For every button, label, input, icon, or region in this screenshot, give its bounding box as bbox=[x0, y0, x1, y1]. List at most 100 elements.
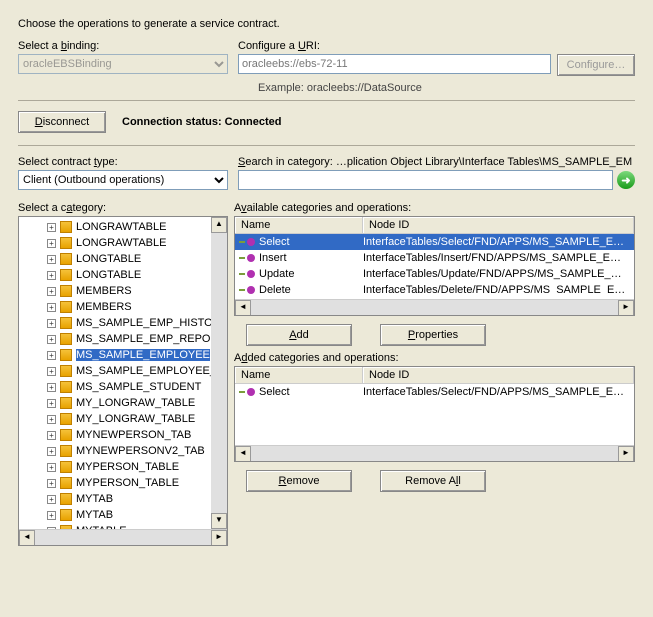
tree-item[interactable]: + MS_SAMPLE_EMP_REPORT bbox=[19, 331, 228, 347]
expand-icon[interactable]: + bbox=[47, 431, 56, 440]
tree-item-label: MEMBERS bbox=[76, 301, 132, 313]
operation-icon bbox=[247, 388, 255, 396]
tree-item[interactable]: +MEMBERS bbox=[19, 283, 228, 299]
tree-item-label: MYTAB bbox=[76, 509, 113, 521]
expand-icon[interactable]: + bbox=[47, 495, 56, 504]
available-label: Available categories and operations: bbox=[234, 202, 635, 214]
remove-button[interactable]: Remove bbox=[246, 470, 352, 492]
tree-item[interactable]: + MY_LONGRAW_TABLE bbox=[19, 395, 228, 411]
scroll-left-icon[interactable]: ◄ bbox=[19, 530, 35, 546]
expand-icon[interactable]: + bbox=[47, 255, 56, 264]
expand-icon[interactable]: + bbox=[47, 303, 56, 312]
tree-item[interactable]: +MS_SAMPLE_EMPLOYEE_REPO bbox=[19, 363, 228, 379]
scroll-left-icon[interactable]: ◄ bbox=[235, 446, 251, 462]
expand-icon[interactable]: + bbox=[47, 287, 56, 296]
operation-node-id: InterfaceTables/Delete/FND/APPS/MS_SAMPL… bbox=[363, 284, 634, 294]
tree-item-label: LONGTABLE bbox=[76, 253, 141, 265]
expand-icon[interactable]: + bbox=[47, 447, 56, 456]
table-icon bbox=[60, 445, 72, 457]
expand-icon[interactable]: + bbox=[47, 223, 56, 232]
tree-item-label: MS_SAMPLE_EMP_HISTORY bbox=[76, 317, 228, 329]
available-header: Name Node ID bbox=[235, 217, 634, 234]
search-input[interactable] bbox=[238, 170, 613, 190]
horizontal-scrollbar[interactable]: ◄ ► bbox=[235, 299, 634, 315]
expand-icon[interactable]: + bbox=[47, 351, 56, 360]
tree-item-label: MYPERSON_TABLE bbox=[76, 461, 179, 473]
connection-status: Connection status: Connected bbox=[122, 116, 282, 128]
operation-name: Select bbox=[259, 386, 290, 398]
tree-item[interactable]: + MEMBERS bbox=[19, 299, 228, 315]
tree-item[interactable]: + LONGRAWTABLE bbox=[19, 235, 228, 251]
tree-item[interactable]: + MS_SAMPLE_EMP_HISTORY bbox=[19, 315, 228, 331]
category-tree[interactable]: +LONGRAWTABLE+LONGRAWTABLE+LONGTABLE+LON… bbox=[18, 216, 228, 546]
expand-icon[interactable]: + bbox=[47, 319, 56, 328]
expand-icon[interactable]: + bbox=[47, 463, 56, 472]
tree-item[interactable]: +MYNEWPERSONV2_TAB bbox=[19, 443, 228, 459]
tree-item[interactable]: + MS_SAMPLE_STUDENT bbox=[19, 379, 228, 395]
table-icon bbox=[60, 509, 72, 521]
horizontal-scrollbar[interactable]: ◄ ► bbox=[235, 445, 634, 461]
vertical-scrollbar[interactable]: ▲ ▼ bbox=[211, 217, 227, 529]
operation-name: Select bbox=[259, 236, 290, 248]
list-item[interactable]: SelectInterfaceTables/Select/FND/APPS/MS… bbox=[235, 384, 634, 400]
tree-item[interactable]: +LONGRAWTABLE bbox=[19, 219, 228, 235]
available-list[interactable]: Name Node ID SelectInterfaceTables/Selec… bbox=[234, 216, 635, 316]
expand-icon[interactable]: + bbox=[47, 383, 56, 392]
list-item[interactable]: UpdateInterfaceTables/Update/FND/APPS/MS… bbox=[235, 266, 634, 282]
expand-icon[interactable]: + bbox=[47, 335, 56, 344]
page-heading: Choose the operations to generate a serv… bbox=[18, 18, 635, 30]
tree-item-label: MYNEWPERSON_TAB bbox=[76, 429, 191, 441]
scroll-right-icon[interactable]: ► bbox=[618, 300, 634, 316]
tree-item[interactable]: + MYPERSON_TABLE bbox=[19, 459, 228, 475]
tree-item[interactable]: + LONGTABLE bbox=[19, 251, 228, 267]
added-list[interactable]: Name Node ID SelectInterfaceTables/Selec… bbox=[234, 366, 635, 462]
search-go-icon[interactable]: ➜ bbox=[617, 171, 635, 189]
table-icon bbox=[60, 237, 72, 249]
list-item[interactable]: InsertInterfaceTables/Insert/FND/APPS/MS… bbox=[235, 250, 634, 266]
scroll-right-icon[interactable]: ► bbox=[618, 446, 634, 462]
expand-icon[interactable]: + bbox=[47, 239, 56, 248]
disconnect-button[interactable]: Disconnect bbox=[18, 111, 106, 133]
list-item[interactable]: SelectInterfaceTables/Select/FND/APPS/MS… bbox=[235, 234, 634, 250]
expand-icon[interactable]: + bbox=[47, 511, 56, 520]
added-label: Added categories and operations: bbox=[234, 352, 635, 364]
scroll-left-icon[interactable]: ◄ bbox=[235, 300, 251, 316]
list-item[interactable]: Delete InterfaceTables/Delete/FND/APPS/MS… bbox=[235, 282, 634, 294]
scroll-right-icon[interactable]: ► bbox=[211, 530, 227, 546]
divider bbox=[18, 100, 635, 101]
table-icon bbox=[60, 221, 72, 233]
category-label: Select a category: bbox=[18, 202, 228, 214]
horizontal-scrollbar[interactable]: ◄ ► bbox=[19, 529, 227, 545]
tree-item[interactable]: + MYTAB bbox=[19, 507, 228, 523]
tree-item[interactable]: +LONGTABLE bbox=[19, 267, 228, 283]
tree-item-label: MY_LONGRAW_TABLE bbox=[76, 397, 195, 409]
expand-icon[interactable]: + bbox=[47, 367, 56, 376]
table-icon bbox=[60, 365, 72, 377]
expand-icon[interactable]: + bbox=[47, 399, 56, 408]
tree-item-label: MS_SAMPLE_STUDENT bbox=[76, 381, 201, 393]
expand-icon[interactable]: + bbox=[47, 415, 56, 424]
tree-item[interactable]: +MYTAB bbox=[19, 491, 228, 507]
operation-name: Delete bbox=[259, 284, 291, 294]
table-icon bbox=[60, 477, 72, 489]
expand-icon[interactable]: + bbox=[47, 479, 56, 488]
tree-item[interactable]: + MYNEWPERSON_TAB bbox=[19, 427, 228, 443]
search-label: Search in category: …plication Object Li… bbox=[238, 156, 635, 168]
scroll-up-icon[interactable]: ▲ bbox=[211, 217, 227, 233]
tree-item-label: LONGRAWTABLE bbox=[76, 237, 166, 249]
binding-label: Select a binding: bbox=[18, 40, 228, 52]
configure-button: Configure… bbox=[557, 54, 635, 76]
scroll-down-icon[interactable]: ▼ bbox=[211, 513, 227, 529]
tree-item[interactable]: + MS_SAMPLE_EMPLOYEE bbox=[19, 347, 228, 363]
tree-item[interactable]: +MYPERSON_TABLE bbox=[19, 475, 228, 491]
tree-item-label: MS_SAMPLE_EMP_REPORT bbox=[76, 333, 225, 345]
add-button[interactable]: Add bbox=[246, 324, 352, 346]
properties-button[interactable]: Properties bbox=[380, 324, 486, 346]
operation-icon bbox=[247, 254, 255, 262]
remove-all-button[interactable]: Remove All bbox=[380, 470, 486, 492]
contract-type-select[interactable]: Client (Outbound operations) bbox=[18, 170, 228, 190]
tree-item-label: MS_SAMPLE_EMPLOYEE bbox=[76, 349, 210, 361]
tree-item[interactable]: +MY_LONGRAW_TABLE bbox=[19, 411, 228, 427]
operation-icon bbox=[247, 270, 255, 278]
expand-icon[interactable]: + bbox=[47, 271, 56, 280]
